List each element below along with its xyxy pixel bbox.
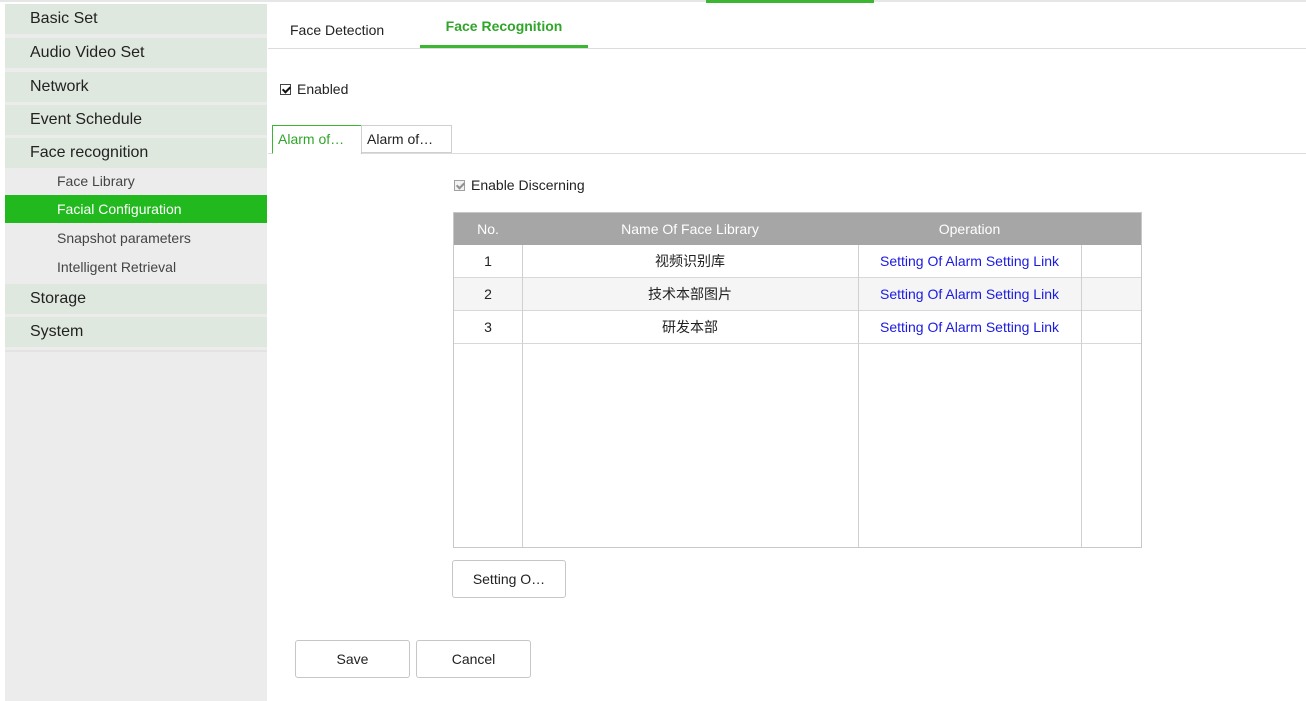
table-row: 2 技术本部图片 Setting Of Alarm Setting Link (454, 278, 1141, 311)
cell-no: 3 (484, 319, 492, 335)
subtab-alarm-1[interactable]: Alarm of… (272, 125, 362, 154)
cell-name: 技术本部图片 (648, 286, 732, 302)
alarm-setting-link[interactable]: Setting Of Alarm Setting Link (858, 278, 1081, 311)
sidebar-subitem-facial-configuration[interactable]: Facial Configuration (5, 195, 267, 223)
cell-name: 研发本部 (662, 319, 718, 335)
main-content: Face Detection Face Recognition Enabled … (268, 0, 1306, 701)
sidebar-subitem-face-library[interactable]: Face Library (5, 167, 267, 195)
enabled-label: Enabled (297, 81, 349, 97)
table-row: 1 视频识别库 Setting Of Alarm Setting Link (454, 245, 1141, 278)
setting-button[interactable]: Setting O… (452, 560, 566, 598)
enabled-checkbox[interactable] (280, 83, 291, 95)
column-divider (1081, 245, 1082, 547)
enable-discerning-checkbox[interactable] (454, 179, 465, 191)
header-operation: Operation (938, 221, 1001, 237)
subtab-alarm-2[interactable]: Alarm of… (361, 125, 452, 153)
sidebar-subitem-intelligent-retrieval[interactable]: Intelligent Retrieval (5, 253, 267, 281)
alarm-setting-link[interactable]: Setting Of Alarm Setting Link (858, 245, 1081, 278)
sidebar-item-audio-video-set[interactable]: Audio Video Set (5, 38, 267, 68)
sidebar-divider (5, 350, 267, 352)
table-row: 3 研发本部 Setting Of Alarm Setting Link (454, 311, 1141, 344)
tab-face-recognition[interactable]: Face Recognition (420, 8, 588, 48)
sidebar-item-event-schedule[interactable]: Event Schedule (5, 105, 267, 135)
tab-face-detection[interactable]: Face Detection (290, 22, 384, 52)
alarm-setting-link[interactable]: Setting Of Alarm Setting Link (858, 311, 1081, 344)
cell-no: 1 (484, 253, 492, 269)
face-library-table: No. Name Of Face Library Operation 1 视频识… (453, 212, 1142, 548)
active-tab-underline (420, 45, 588, 48)
enabled-row: Enabled (280, 81, 348, 97)
header-no: No. (477, 221, 499, 237)
column-divider (522, 245, 523, 547)
column-divider (858, 245, 859, 547)
table-header: No. Name Of Face Library Operation (454, 213, 1141, 245)
cancel-button[interactable]: Cancel (416, 640, 531, 678)
sidebar-subitem-snapshot-parameters[interactable]: Snapshot parameters (5, 224, 267, 252)
sidebar-item-storage[interactable]: Storage (5, 284, 267, 314)
sidebar-item-basic-set[interactable]: Basic Set (5, 4, 267, 34)
sidebar-item-face-recognition[interactable]: Face recognition (5, 138, 267, 168)
enable-discerning-row: Enable Discerning (454, 177, 585, 193)
sidebar: Basic Set Audio Video Set Network Event … (5, 4, 267, 701)
header-name: Name Of Face Library (621, 221, 759, 237)
save-button[interactable]: Save (295, 640, 410, 678)
cell-name: 视频识别库 (655, 253, 725, 269)
header-extra (1081, 213, 1141, 245)
cell-no: 2 (484, 286, 492, 302)
enable-discerning-label: Enable Discerning (471, 177, 585, 193)
sidebar-item-network[interactable]: Network (5, 72, 267, 102)
tab-face-recognition-label: Face Recognition (445, 18, 563, 34)
sidebar-item-system[interactable]: System (5, 317, 267, 347)
